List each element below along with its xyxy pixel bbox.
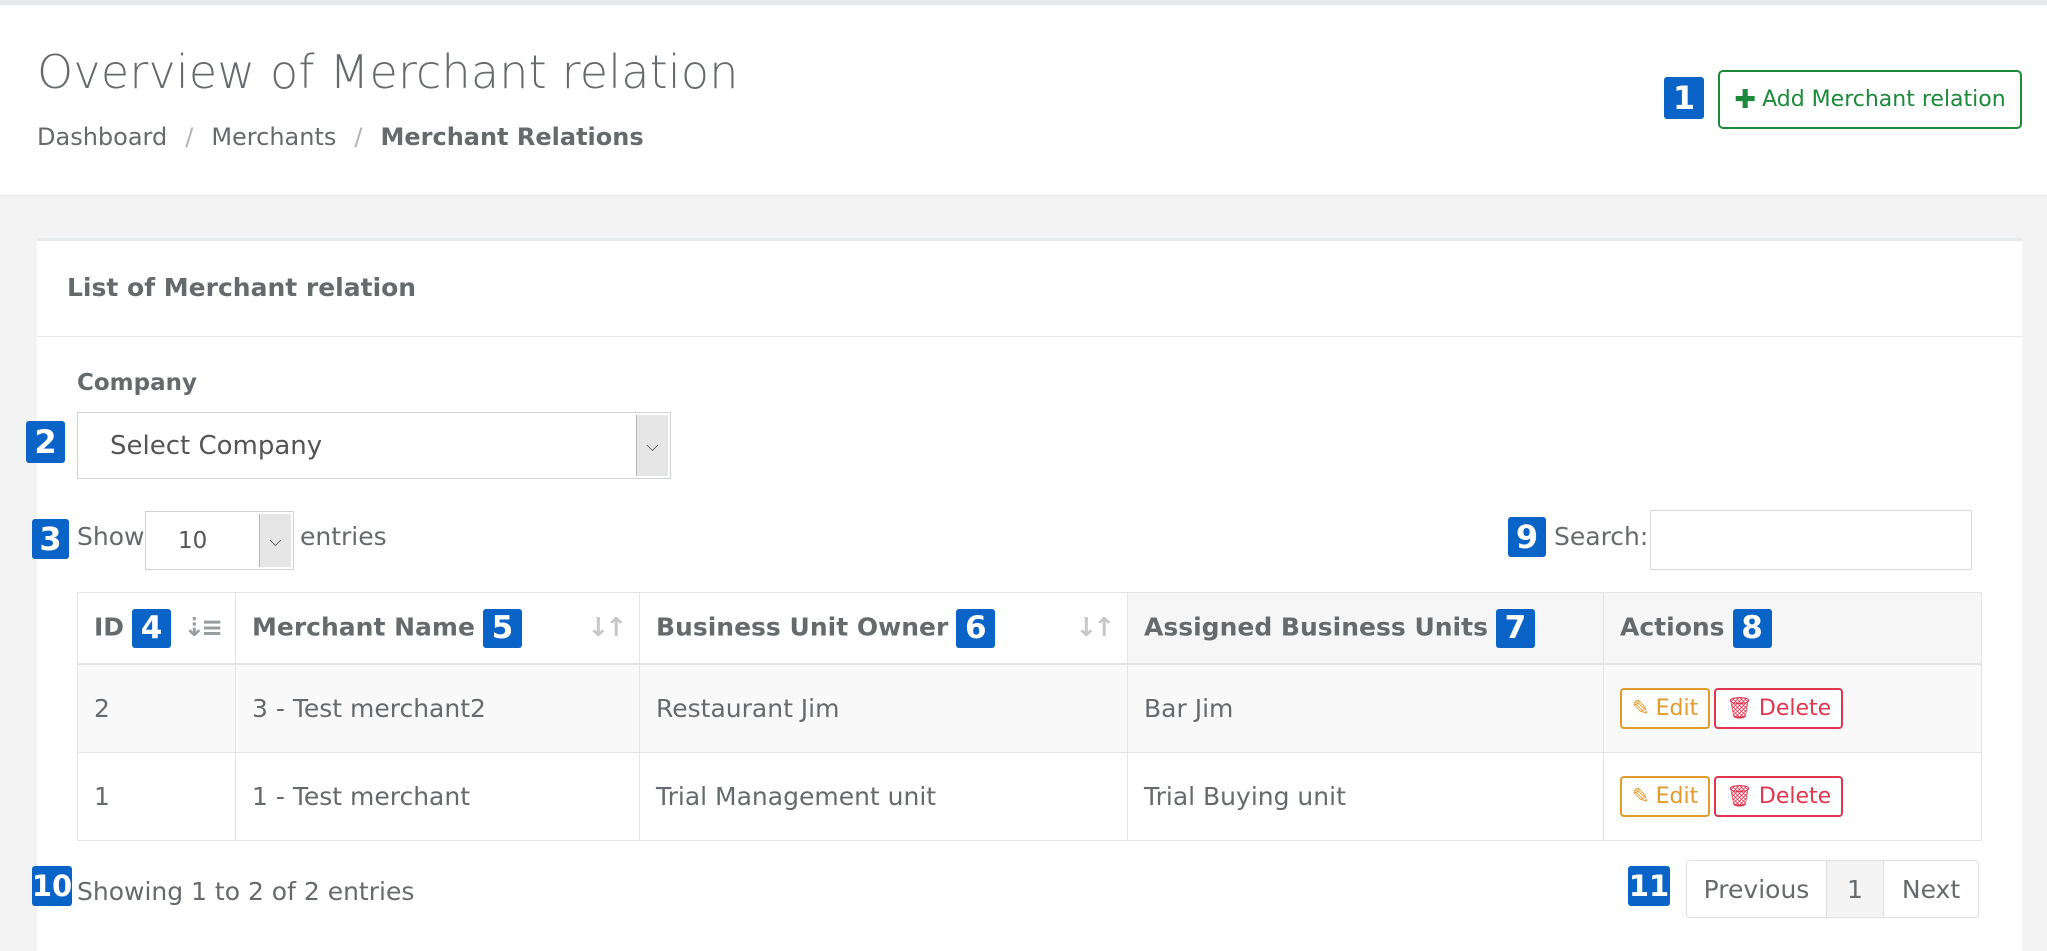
annotation-badge: 11: [1628, 866, 1670, 906]
edit-button[interactable]: ✎ Edit: [1620, 775, 1711, 817]
breadcrumb: Dashboard / Merchants / Merchant Relations: [37, 123, 644, 151]
search-input[interactable]: [1650, 510, 1972, 570]
company-select[interactable]: Select Company ⌵: [77, 412, 671, 479]
column-header-id[interactable]: ID 4 ⇣≡: [77, 592, 236, 665]
cell-business-unit-owner: Restaurant Jim: [639, 663, 1128, 753]
annotation-badge: 3: [32, 519, 69, 559]
breadcrumb-separator: /: [354, 123, 363, 151]
edit-icon: ✎: [1632, 696, 1650, 721]
cell-merchant-name: 1 - Test merchant: [235, 752, 640, 841]
search-label: Search:: [1554, 522, 1649, 551]
column-header-label: Actions: [1620, 612, 1725, 641]
company-label: Company: [77, 370, 197, 396]
pagination: Previous 1 Next: [1686, 860, 1979, 918]
annotation-badge: 9: [1508, 517, 1546, 557]
entries-length-value: 10: [178, 528, 208, 554]
annotation-badge: 5: [482, 608, 522, 648]
entries-length-select[interactable]: 10 ⌵: [145, 511, 294, 570]
breadcrumb-dashboard[interactable]: Dashboard: [37, 123, 167, 151]
column-header-merchant-name[interactable]: Merchant Name 5 ↓↑: [235, 592, 640, 665]
annotation-badge: 7: [1495, 608, 1535, 648]
chevron-down-icon: ⌵: [259, 514, 291, 567]
breadcrumb-current: Merchant Relations: [380, 123, 644, 151]
page-number-button[interactable]: 1: [1827, 861, 1884, 917]
column-header-label: Merchant Name: [252, 612, 475, 641]
page-header: Overview of Merchant relation Dashboard /…: [0, 5, 2047, 196]
column-header-label: Business Unit Owner: [656, 612, 949, 641]
company-select-value: Select Company: [110, 431, 323, 461]
delete-button[interactable]: 🗑 Delete: [1714, 688, 1844, 730]
column-header-assigned-business-units: Assigned Business Units 7: [1127, 592, 1604, 665]
previous-page-button[interactable]: Previous: [1687, 861, 1827, 917]
plus-icon: ✚: [1734, 84, 1757, 115]
panel-title: List of Merchant relation: [67, 273, 417, 302]
annotation-badge: 1: [1664, 77, 1704, 119]
add-merchant-relation-button[interactable]: ✚ Add Merchant relation: [1718, 70, 2022, 129]
column-header-label: ID: [94, 612, 125, 641]
annotation-badge: 6: [956, 608, 996, 648]
cell-id: 2: [77, 663, 236, 753]
chevron-down-icon: ⌵: [636, 415, 668, 476]
cell-actions: ✎ Edit 🗑 Delete: [1603, 663, 1982, 753]
edit-icon: ✎: [1632, 784, 1650, 809]
entries-label: entries: [300, 522, 387, 551]
edit-label: Edit: [1655, 695, 1699, 721]
breadcrumb-merchants[interactable]: Merchants: [211, 123, 336, 151]
next-page-button[interactable]: Next: [1884, 861, 1978, 917]
annotation-badge: 10: [32, 866, 72, 906]
add-merchant-relation-label: Add Merchant relation: [1762, 87, 2006, 112]
edit-label: Edit: [1655, 783, 1699, 809]
table-header-row: ID 4 ⇣≡ Merchant Name 5 ↓↑ Business Unit O…: [77, 592, 1982, 665]
cell-actions: ✎ Edit 🗑 Delete: [1603, 752, 1982, 841]
page-title: Overview of Merchant relation: [37, 45, 739, 99]
delete-label: Delete: [1758, 696, 1832, 722]
table-info: Showing 1 to 2 of 2 entries: [77, 877, 415, 906]
sort-desc-icon: ⇣≡: [183, 613, 223, 643]
cell-merchant-name: 3 - Test merchant2: [235, 663, 640, 753]
cell-id: 1: [77, 752, 236, 841]
annotation-badge: 2: [26, 421, 65, 463]
annotation-badge: 4: [132, 608, 172, 648]
column-header-actions: Actions 8: [1603, 592, 1982, 665]
column-header-business-unit-owner[interactable]: Business Unit Owner 6 ↓↑: [639, 592, 1128, 665]
trash-icon: 🗑: [1726, 696, 1753, 721]
delete-label: Delete: [1758, 784, 1832, 810]
sort-icon: ↓↑: [1075, 613, 1115, 643]
column-header-label: Assigned Business Units: [1144, 612, 1488, 641]
sort-icon: ↓↑: [587, 613, 627, 643]
merchant-relations-table: ID 4 ⇣≡ Merchant Name 5 ↓↑ Business Unit O…: [77, 592, 1982, 841]
trash-icon: 🗑: [1726, 784, 1753, 809]
table-row: 2 3 - Test merchant2 Restaurant Jim Bar …: [77, 663, 1982, 753]
annotation-badge: 8: [1732, 608, 1772, 648]
panel-header: List of Merchant relation: [37, 241, 2022, 337]
cell-assigned-business-units: Trial Buying unit: [1127, 752, 1604, 841]
table-row: 1 1 - Test merchant Trial Management uni…: [77, 752, 1982, 841]
cell-assigned-business-units: Bar Jim: [1127, 663, 1604, 753]
delete-button[interactable]: 🗑 Delete: [1714, 776, 1844, 818]
show-label: Show: [77, 522, 145, 551]
edit-button[interactable]: ✎ Edit: [1620, 687, 1711, 729]
cell-business-unit-owner: Trial Management unit: [639, 752, 1128, 841]
breadcrumb-separator: /: [185, 123, 194, 151]
